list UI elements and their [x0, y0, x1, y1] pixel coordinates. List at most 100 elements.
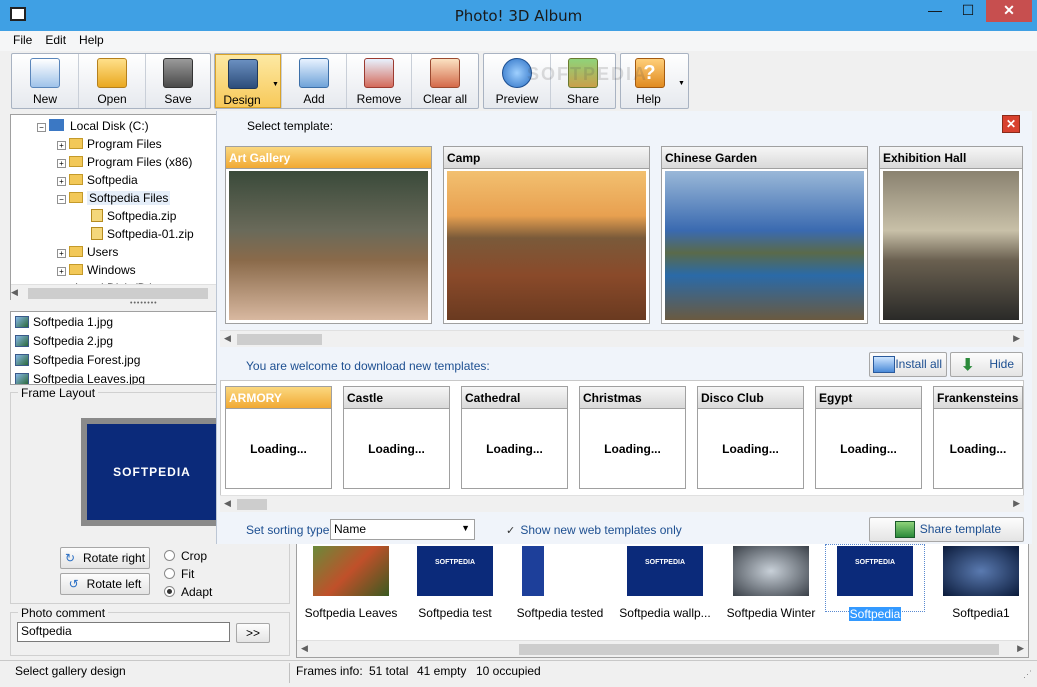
design-gallery-icon: [228, 59, 258, 89]
thumbnail-image: SOFTPEDIA: [417, 546, 493, 596]
web-template-disco-club[interactable]: Disco Club Loading...: [697, 386, 804, 489]
new-document-icon: [30, 58, 60, 88]
comment-next-button[interactable]: >>: [236, 623, 270, 643]
frames-total: 51 total: [369, 664, 409, 678]
thumbnail-image: [733, 546, 809, 596]
thumbnail-image: [522, 546, 598, 596]
folder-icon: [69, 174, 83, 185]
art-gallery-preview: [229, 171, 428, 320]
photo-comment-label: Photo comment: [18, 606, 109, 620]
zip-file-icon: [91, 209, 103, 222]
tree-item-local-disk-c[interactable]: − Local Disk (C:): [37, 117, 149, 135]
image-file-icon: [15, 373, 29, 384]
remove-picture-icon: [364, 58, 394, 88]
folder-icon: [69, 138, 83, 149]
image-file-icon: [15, 316, 29, 328]
thumbnail-item[interactable]: Softpedia Leaves: [301, 546, 401, 626]
status-bar: Select gallery design Frames info: 51 to…: [0, 660, 1037, 687]
minimize-button[interactable]: —: [921, 0, 949, 22]
fit-radio[interactable]: Fit: [164, 567, 194, 581]
thumbnail-item[interactable]: Softpedia Winter: [721, 546, 821, 626]
show-web-only-checkbox[interactable]: ✓ Show new web templates only: [506, 523, 682, 537]
web-template-armory[interactable]: ARMORY Loading...: [225, 386, 332, 489]
photo-comment-input[interactable]: Softpedia: [17, 622, 230, 642]
status-text: Select gallery design: [15, 664, 126, 678]
web-template-christmas[interactable]: Christmas Loading...: [579, 386, 686, 489]
sort-type-label: Set sorting type:: [246, 523, 333, 537]
sort-type-select[interactable]: Name ▼: [330, 519, 475, 540]
add-button[interactable]: Add: [282, 54, 346, 108]
web-templates-horizontal-scrollbar[interactable]: ◀ ▶: [220, 495, 1024, 512]
share-template-icon: [895, 521, 915, 538]
album-horizontal-scrollbar[interactable]: ◀ ▶: [297, 640, 1028, 657]
tree-item-program-files-x86[interactable]: + Program Files (x86): [57, 153, 192, 171]
floppy-disk-icon: [163, 58, 193, 88]
folder-tree: − Local Disk (C:) + Program Files + Program…: [10, 114, 217, 301]
folder-icon: [69, 246, 83, 257]
chevron-down-icon: ▼: [461, 523, 470, 533]
web-template-egypt[interactable]: Egypt Loading...: [815, 386, 922, 489]
toolbar: New Open Save Design ▼ Add Remove Clear …: [0, 51, 1037, 111]
web-template-frankensteins[interactable]: Frankensteins c Loading...: [933, 386, 1023, 489]
resize-grip-icon[interactable]: ⋰: [1023, 669, 1032, 680]
title-bar: Photo! 3D Album — ☐ ✕: [0, 0, 1037, 31]
close-button[interactable]: ✕: [986, 0, 1032, 22]
tree-item-softpedia-files[interactable]: − Softpedia Files: [57, 189, 171, 207]
rotate-right-icon: ↻: [64, 551, 75, 565]
watermark: SOFTPEDIA: [527, 64, 649, 84]
open-folder-icon: [97, 58, 127, 88]
tree-horizontal-scrollbar[interactable]: ◀: [11, 284, 216, 301]
templates-horizontal-scrollbar[interactable]: ◀ ▶: [220, 330, 1024, 347]
drive-icon: [49, 119, 64, 131]
file-list: Softpedia 1.jpg Softpedia 2.jpg Softpedi…: [10, 311, 217, 385]
remove-button[interactable]: Remove: [347, 54, 411, 108]
tree-item-softpedia[interactable]: + Softpedia: [57, 171, 138, 189]
tree-item-users[interactable]: + Users: [57, 243, 118, 261]
zip-file-icon: [91, 227, 103, 240]
design-dropdown-arrow-icon[interactable]: ▼: [272, 81, 279, 88]
tree-item-softpedia-01-zip[interactable]: Softpedia-01.zip: [91, 225, 194, 243]
list-item[interactable]: Softpedia Leaves.jpg: [15, 370, 145, 384]
clear-all-button[interactable]: Clear all: [412, 54, 478, 108]
web-template-cathedral[interactable]: Cathedral Loading...: [461, 386, 568, 489]
rotate-left-button[interactable]: ↺ Rotate left: [60, 573, 150, 595]
menu-edit[interactable]: Edit: [32, 31, 66, 47]
close-popup-icon[interactable]: ✕: [1002, 115, 1020, 133]
image-file-icon: [15, 354, 29, 366]
download-arrow-icon: ⬇: [961, 357, 975, 374]
save-button[interactable]: Save: [146, 54, 210, 108]
template-camp[interactable]: Camp: [443, 146, 650, 324]
open-button[interactable]: Open: [79, 54, 145, 108]
share-template-button[interactable]: Share template: [869, 517, 1024, 542]
crop-radio[interactable]: Crop: [164, 549, 207, 563]
exhibition-hall-preview: [883, 171, 1019, 320]
install-all-button[interactable]: Install all: [869, 352, 947, 377]
template-art-gallery[interactable]: Art Gallery: [225, 146, 432, 324]
list-item[interactable]: Softpedia Forest.jpg: [15, 351, 140, 370]
tree-item-softpedia-zip[interactable]: Softpedia.zip: [91, 207, 176, 225]
hide-button[interactable]: ⬇ Hide: [950, 352, 1023, 377]
tree-item-program-files[interactable]: + Program Files: [57, 135, 162, 153]
template-exhibition-hall[interactable]: Exhibition Hall: [879, 146, 1023, 324]
frame-preview-image: SOFTPEDIA: [87, 424, 217, 520]
template-chinese-garden[interactable]: Chinese Garden: [661, 146, 868, 324]
menu-help[interactable]: Help: [66, 31, 104, 47]
adapt-radio[interactable]: Adapt: [164, 585, 212, 599]
thumbnail-item-selected[interactable]: SOFTPEDIA Softpedia: [825, 544, 925, 621]
maximize-button[interactable]: ☐: [954, 0, 982, 22]
web-template-castle[interactable]: Castle Loading...: [343, 386, 450, 489]
design-button[interactable]: Design ▼: [215, 54, 281, 108]
help-dropdown-arrow-icon[interactable]: ▼: [678, 80, 685, 87]
thumbnail-item[interactable]: Softpedia tested: [510, 546, 610, 626]
menu-file[interactable]: File: [0, 31, 32, 47]
splitter-grip[interactable]: ••••••••: [130, 300, 158, 307]
rotate-right-button[interactable]: ↻ Rotate right: [60, 547, 150, 569]
thumbnail-item[interactable]: SOFTPEDIA Softpedia test: [405, 546, 505, 626]
rotate-left-icon: ↺: [68, 577, 79, 591]
list-item[interactable]: Softpedia 1.jpg: [15, 313, 113, 332]
thumbnail-item[interactable]: Softpedia1: [931, 546, 1031, 626]
thumbnail-item[interactable]: SOFTPEDIA Softpedia wallp...: [615, 546, 715, 626]
list-item[interactable]: Softpedia 2.jpg: [15, 332, 113, 351]
checkmark-icon: ✓: [506, 525, 516, 537]
new-button[interactable]: New: [12, 54, 78, 108]
